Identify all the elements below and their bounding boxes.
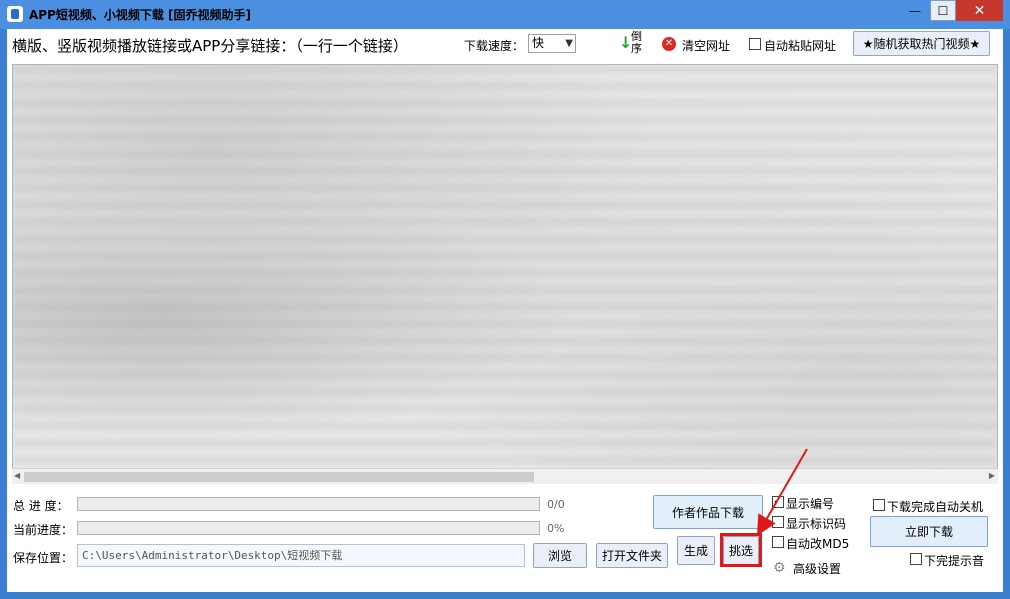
client-area: 横版、竖版视频播放链接或APP分享链接：（一行一个链接） 下载速度： 快 ▼ ↓… [7, 29, 1003, 592]
finish-sound-label: 下完提示音 [924, 554, 985, 568]
scroll-right-icon[interactable]: ▶ [989, 471, 995, 480]
total-progress-label: 总 进 度： [13, 499, 69, 513]
close-button[interactable]: ✕ [956, 0, 1003, 21]
clear-icon[interactable]: ✕ [662, 37, 676, 51]
auto-shutdown-label: 下载完成自动关机 [887, 500, 984, 514]
download-now-button[interactable]: 立即下载 [870, 516, 988, 547]
minimize-button[interactable]: — [902, 0, 928, 21]
speed-select-value: 快 [532, 36, 545, 50]
show-number-checkbox[interactable] [772, 494, 784, 508]
generate-button[interactable]: 生成 [677, 536, 715, 565]
open-folder-button[interactable]: 打开文件夹 [596, 543, 668, 568]
links-textarea[interactable] [12, 64, 998, 484]
total-progress-bar [77, 497, 540, 511]
auto-md5-label: 自动改MD5 [786, 537, 850, 551]
auto-paste-label: 自动粘贴网址 [764, 39, 837, 53]
scrollbar-thumb[interactable] [24, 472, 534, 482]
window-title: APP短视频、小视频下载 [固乔视频助手] [29, 8, 252, 22]
chevron-down-icon: ▼ [565, 38, 573, 49]
highlight-box [720, 533, 762, 567]
title-bar[interactable]: APP短视频、小视频下载 [固乔视频助手] — ☐ ✕ [0, 0, 1010, 29]
random-hot-video-button[interactable]: ★随机获取热门视频★ [853, 31, 990, 56]
current-progress-value: 0% [547, 522, 565, 535]
show-mark-label: 显示标识码 [786, 517, 847, 531]
speed-label: 下载速度： [464, 39, 525, 53]
maximize-button[interactable]: ☐ [930, 0, 956, 21]
save-path-input[interactable]: C:\Users\Administrator\Desktop\短视频下载 [77, 544, 525, 567]
clear-urls-link[interactable]: 清空网址 [682, 37, 730, 54]
author-works-download-button[interactable]: 作者作品下载 [653, 495, 763, 529]
total-progress-value: 0/0 [547, 498, 565, 511]
app-icon [7, 6, 23, 22]
auto-md5-checkbox[interactable] [772, 536, 784, 548]
scroll-left-icon[interactable]: ◀ [14, 471, 20, 480]
show-mark-checkbox[interactable] [772, 516, 784, 528]
links-label: 横版、竖版视频播放链接或APP分享链接：（一行一个链接） [12, 37, 408, 55]
gear-icon[interactable]: ⚙ [773, 560, 786, 576]
save-location-label: 保存位置： [13, 551, 74, 565]
auto-paste-checkbox[interactable] [749, 38, 761, 50]
finish-sound-checkbox[interactable] [910, 553, 922, 565]
browse-button[interactable]: 浏览 [533, 543, 587, 568]
current-progress-bar [77, 521, 540, 535]
advanced-settings-link[interactable]: 高级设置 [793, 560, 841, 577]
auto-shutdown-checkbox[interactable] [873, 499, 885, 511]
sort-toggle[interactable]: 倒序 [631, 31, 645, 55]
speed-select[interactable]: 快 ▼ [528, 34, 576, 53]
blurred-content [13, 65, 997, 483]
app-window: APP短视频、小视频下载 [固乔视频助手] — ☐ ✕ 横版、竖版视频播放链接或… [0, 0, 1010, 599]
current-progress-label: 当前进度： [13, 523, 74, 537]
horizontal-scrollbar[interactable]: ◀ ▶ [12, 468, 998, 484]
show-number-label: 显示编号 [786, 497, 835, 511]
